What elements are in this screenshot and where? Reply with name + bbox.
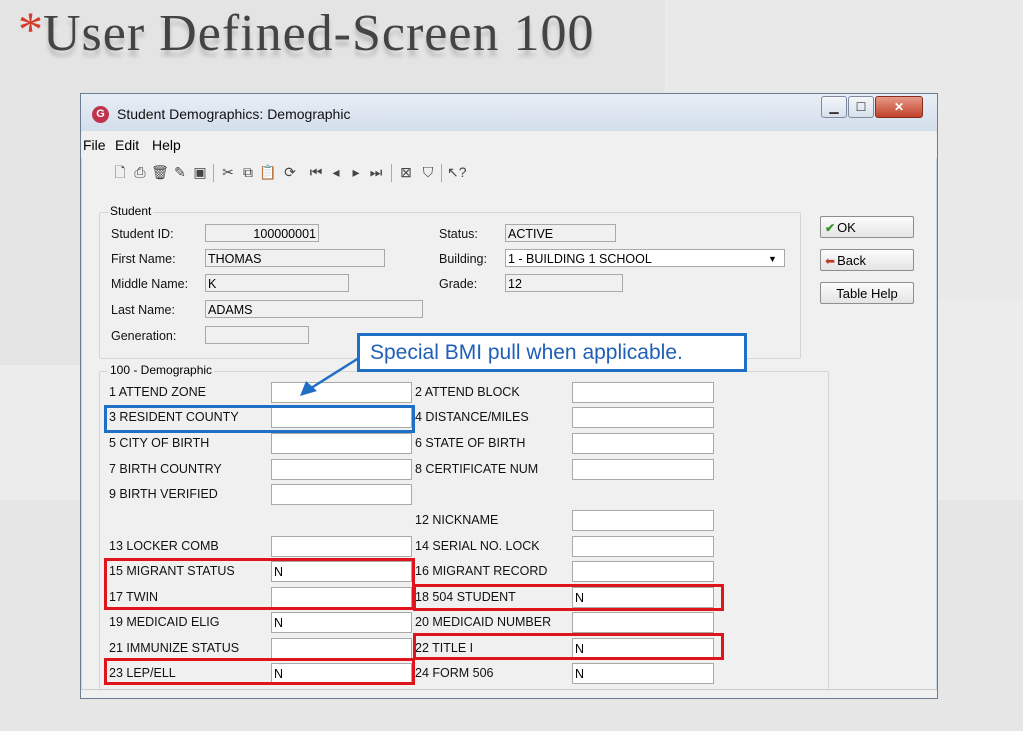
callout-box: Special BMI pull when applicable. [357, 333, 747, 372]
maximize-button[interactable]: ☐ [848, 96, 874, 118]
right-field-input[interactable] [572, 612, 714, 633]
prev-record-icon[interactable]: ◂ [327, 162, 345, 182]
right-field-label: 14 SERIAL NO. LOCK [415, 539, 540, 553]
left-field-label: 9 BIRTH VERIFIED [109, 487, 218, 501]
checkmark-icon: ✔ [825, 221, 836, 235]
right-field-input[interactable] [572, 382, 714, 403]
right-field-input[interactable] [572, 510, 714, 531]
copy-icon[interactable]: ⧉ [239, 162, 257, 182]
save-icon[interactable]: ▣ [191, 162, 209, 182]
grade-field[interactable]: 12 [505, 274, 623, 292]
toolbar: 🗋 ⎙ 🗑 ✎ ▣ ✂ ⧉ 📋 ⟳ ⏮ ◂ ▸ ⏭ ⊠ ⛉ ↖? [95, 162, 937, 186]
right-field-label: 20 MEDICAID NUMBER [415, 615, 552, 629]
delete-icon[interactable]: 🗑 [151, 162, 169, 182]
toolbar-separator [441, 164, 442, 182]
demographic-group-label: 100 - Demographic [108, 363, 215, 377]
first-name-label: First Name: [111, 252, 176, 266]
back-button[interactable]: ⬅ Back [820, 249, 914, 271]
right-field-input[interactable] [572, 561, 714, 582]
next-record-icon[interactable]: ▸ [347, 162, 365, 182]
right-field-label: 16 MIGRANT RECORD [415, 564, 548, 578]
ok-button-label: OK [837, 220, 856, 235]
left-field-label: 5 CITY OF BIRTH [109, 436, 210, 450]
table-help-button-label: Table Help [836, 286, 898, 301]
building-select[interactable]: 1 - BUILDING 1 SCHOOL ▼ [505, 249, 785, 267]
lep-ell-highlight [104, 658, 415, 685]
slide-title-text: User Defined-Screen 100 [43, 5, 595, 62]
window-title: Student Demographics: Demographic [117, 106, 351, 122]
right-field-label: 2 ATTEND BLOCK [415, 385, 520, 399]
filter-icon[interactable]: ⛉ [419, 162, 437, 182]
left-field-label: 1 ATTEND ZONE [109, 385, 207, 399]
status-field[interactable]: ACTIVE [505, 224, 616, 242]
left-field-input[interactable] [271, 536, 412, 557]
first-record-icon[interactable]: ⏮ [307, 162, 325, 182]
right-field-label: 6 STATE OF BIRTH [415, 436, 526, 450]
building-label: Building: [439, 252, 487, 266]
right-field-label: 4 DISTANCE/MILES [415, 410, 529, 424]
left-field-input[interactable]: N [271, 612, 412, 633]
student-id-field[interactable]: 100000001 [205, 224, 319, 242]
cut-icon[interactable]: ✂ [219, 162, 237, 182]
paste-icon[interactable]: 📋 [259, 162, 277, 182]
window-bottom-edge [81, 689, 937, 698]
left-field-label: 19 MEDICAID ELIG [109, 615, 220, 629]
left-field-input[interactable] [271, 484, 412, 505]
generation-label: Generation: [111, 329, 177, 343]
generation-field[interactable] [205, 326, 309, 344]
menu-bar: File Edit Help [81, 132, 937, 158]
menu-file[interactable]: File [83, 137, 106, 153]
504-student-highlight [413, 584, 724, 611]
menu-edit[interactable]: Edit [115, 137, 139, 153]
close-button[interactable]: ✕ [875, 96, 923, 118]
window-titlebar[interactable]: G Student Demographics: Demographic ▁ ☐ … [81, 94, 937, 131]
right-field-label: 24 FORM 506 [415, 666, 494, 680]
right-field-label: 12 NICKNAME [415, 513, 499, 527]
last-name-label: Last Name: [111, 303, 175, 317]
grade-label: Grade: [439, 277, 478, 291]
right-field-input[interactable]: N [572, 663, 714, 684]
resident-county-highlight [104, 405, 415, 433]
toolbar-separator [391, 164, 392, 182]
right-field-input[interactable] [572, 536, 714, 557]
right-field-input[interactable] [572, 407, 714, 428]
app-logo-icon: G [92, 106, 109, 123]
status-label: Status: [439, 227, 478, 241]
right-field-label: 8 CERTIFICATE NUM [415, 462, 539, 476]
menu-help[interactable]: Help [152, 137, 181, 153]
middle-name-label: Middle Name: [111, 277, 189, 291]
student-id-label: Student ID: [111, 227, 174, 241]
last-record-icon[interactable]: ⏭ [367, 162, 385, 182]
left-field-label: 21 IMMUNIZE STATUS [109, 641, 240, 655]
print-icon[interactable]: ⎙ [131, 162, 149, 182]
left-field-label: 7 BIRTH COUNTRY [109, 462, 222, 476]
left-field-input[interactable] [271, 433, 412, 454]
help-pointer-icon[interactable]: ↖? [447, 162, 467, 182]
title-i-highlight [413, 633, 724, 660]
title-bullet: * [18, 1, 43, 57]
left-field-input[interactable] [271, 638, 412, 659]
refresh-icon[interactable]: ⟳ [281, 162, 299, 182]
minimize-button[interactable]: ▁ [821, 96, 847, 118]
open-icon[interactable]: ✎ [171, 162, 189, 182]
back-button-label: Back [837, 253, 866, 268]
slide-title: *User Defined-Screen 100 [18, 1, 595, 84]
table-help-button[interactable]: Table Help [820, 282, 914, 304]
left-field-label: 13 LOCKER COMB [109, 539, 219, 553]
migrant-status-highlight [104, 558, 415, 610]
last-name-field[interactable]: ADAMS [205, 300, 423, 318]
first-name-field[interactable]: THOMAS [205, 249, 385, 267]
exit-icon[interactable]: ⊠ [397, 162, 415, 182]
ok-button[interactable]: ✔ OK [820, 216, 914, 238]
right-field-input[interactable] [572, 459, 714, 480]
toolbar-separator [213, 164, 214, 182]
left-field-input[interactable] [271, 459, 412, 480]
back-arrow-icon: ⬅ [825, 254, 836, 268]
building-select-value: 1 - BUILDING 1 SCHOOL [508, 252, 652, 266]
new-icon[interactable]: 🗋 [111, 162, 129, 182]
chevron-down-icon[interactable]: ▼ [768, 250, 777, 266]
student-group-label: Student [108, 204, 154, 218]
middle-name-field[interactable]: K [205, 274, 349, 292]
right-field-input[interactable] [572, 433, 714, 454]
